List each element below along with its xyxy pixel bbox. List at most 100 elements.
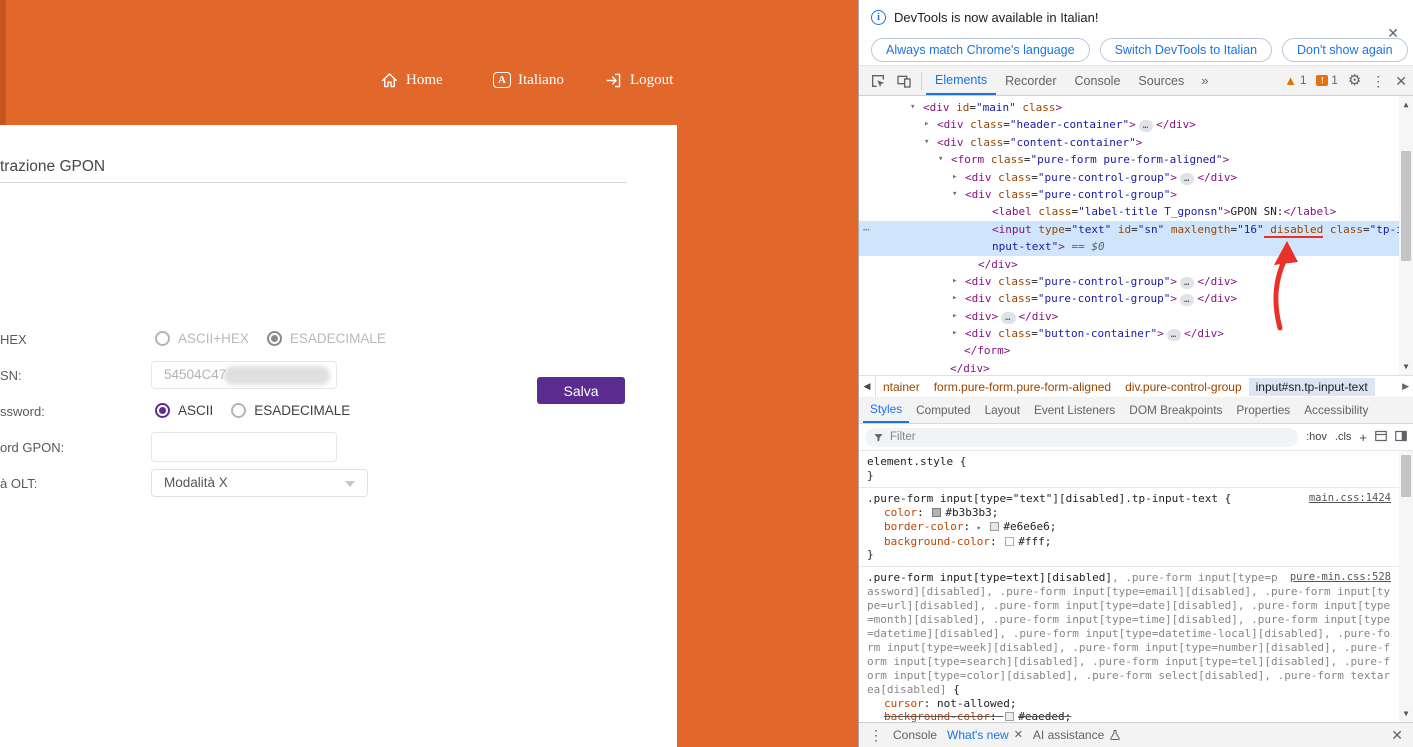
sidebar-tab-properties[interactable]: Properties — [1229, 397, 1297, 423]
expand-triangle-icon[interactable]: ▸ — [952, 325, 957, 342]
switch-italian-button[interactable]: Switch DevTools to Italian — [1100, 38, 1272, 62]
dom-tree-line[interactable]: ▾<div id="main" class> — [859, 99, 1413, 116]
css-property[interactable]: border-color: ▸ #e6e6e6; — [867, 520, 1391, 535]
dom-tree-line[interactable]: nput-text"> == $0 — [859, 238, 1413, 255]
ellipsis-badge[interactable]: … — [1180, 173, 1194, 185]
sidebar-tab-computed[interactable]: Computed — [909, 397, 977, 423]
breadcrumb-item[interactable]: ntainer — [876, 378, 927, 396]
css-property[interactable]: background-color: #eaeded; — [867, 710, 1391, 722]
dom-tree-line[interactable]: ⋯<input type="text" id="sn" maxlength="1… — [859, 221, 1413, 238]
expand-triangle-icon[interactable]: ▸ — [952, 290, 957, 307]
sidebar-tab-layout[interactable]: Layout — [978, 397, 1027, 423]
expand-triangle-icon[interactable]: ▸ — [952, 273, 957, 290]
tab-sources[interactable]: Sources — [1129, 66, 1193, 95]
password-gpon-input[interactable] — [151, 432, 337, 462]
devtools-close-icon[interactable]: ✕ — [1395, 74, 1407, 88]
radio-option-esadecimale[interactable]: ESADECIMALE — [231, 403, 350, 418]
kebab-menu-icon[interactable]: ⋮ — [1371, 74, 1385, 88]
breadcrumb-item[interactable]: input#sn.tp-input-text — [1249, 378, 1375, 396]
issues-badge[interactable]: ! 1 — [1316, 75, 1337, 87]
ellipsis-badge[interactable]: … — [1180, 277, 1194, 289]
scrollbar-thumb[interactable] — [1401, 455, 1411, 497]
collapse-triangle-icon[interactable]: ▾ — [938, 151, 943, 168]
device-toolbar-icon[interactable] — [891, 69, 917, 93]
scroll-down-icon[interactable]: ▼ — [1399, 362, 1413, 371]
dom-tree-line[interactable]: </div> — [859, 360, 1413, 375]
tab-console[interactable]: Console — [1066, 66, 1130, 95]
toggle-class-button[interactable]: .cls — [1335, 431, 1352, 443]
inspect-element-icon[interactable] — [865, 69, 891, 93]
dom-tree-line[interactable]: </div> — [859, 256, 1413, 273]
dom-tree-line[interactable]: ▸<div class="pure-control-group">…</div> — [859, 290, 1413, 307]
radio-option-ascii[interactable]: ASCII — [155, 403, 213, 418]
breadcrumb-item[interactable]: div.pure-control-group — [1118, 378, 1249, 396]
css-property[interactable]: color: #b3b3b3; — [867, 506, 1391, 520]
radio-icon[interactable] — [231, 403, 246, 418]
drawer-kebab-icon[interactable]: ⋮ — [869, 728, 883, 742]
collapse-triangle-icon[interactable]: ▾ — [952, 186, 957, 203]
sidebar-tab-accessibility[interactable]: Accessibility — [1297, 397, 1375, 423]
color-swatch[interactable] — [1005, 537, 1014, 546]
match-language-button[interactable]: Always match Chrome's language — [871, 38, 1090, 62]
dom-tree-line[interactable]: </form> — [859, 342, 1413, 359]
settings-gear-icon[interactable]: ⚙ — [1348, 73, 1361, 88]
tab-elements[interactable]: Elements — [926, 66, 996, 95]
css-property[interactable]: cursor: not-allowed; — [867, 697, 1391, 711]
ellipsis-badge[interactable]: … — [1139, 120, 1153, 132]
breadcrumb-item[interactable]: form.pure-form.pure-form-aligned — [927, 378, 1118, 396]
dom-tree-line[interactable]: ▸<div class="pure-control-group">…</div> — [859, 273, 1413, 290]
dom-tree-line[interactable]: <label class="label-title T_gponsn">GPON… — [859, 203, 1413, 220]
dom-tree-line[interactable]: ▾<form class="pure-form pure-form-aligne… — [859, 151, 1413, 168]
color-swatch[interactable] — [990, 522, 999, 531]
more-tabs-icon[interactable]: » — [1193, 73, 1216, 88]
style-filter-input[interactable]: Filter — [865, 428, 1298, 447]
dom-tree-line[interactable]: ▸<div>…</div> — [859, 308, 1413, 325]
new-style-rule-button[interactable]: + — [1359, 430, 1367, 445]
scroll-up-icon[interactable]: ▲ — [1399, 100, 1413, 109]
expand-triangle-icon[interactable]: ▸ — [977, 523, 987, 532]
color-swatch[interactable] — [932, 508, 941, 517]
styles-scrollbar[interactable]: ▼ — [1399, 451, 1413, 722]
line-options-icon[interactable]: ⋯ — [863, 221, 871, 238]
dom-tree-line[interactable]: ▾<div class="content-container"> — [859, 134, 1413, 151]
expand-triangle-icon[interactable]: ▸ — [952, 169, 957, 186]
sidebar-tab-dom-breakpoints[interactable]: DOM Breakpoints — [1122, 397, 1229, 423]
stylesheet-link[interactable]: pure-min.css:528 — [1290, 571, 1391, 585]
dom-tree-line[interactable]: ▸<div class="header-container">…</div> — [859, 116, 1413, 133]
rule-selector[interactable]: element.style { — [867, 455, 1391, 469]
expand-triangle-icon[interactable]: ▸ — [952, 308, 957, 325]
gpon-sn-input[interactable]: 54504C47 — [151, 361, 337, 389]
sidebar-tab-styles[interactable]: Styles — [863, 397, 909, 423]
breadcrumb-scroll-right-icon[interactable]: ▶ — [1398, 381, 1413, 392]
ellipsis-badge[interactable]: … — [1001, 312, 1015, 324]
dom-tree-line[interactable]: ▸<div class="pure-control-group">…</div> — [859, 169, 1413, 186]
computed-sidebar-icon[interactable] — [1395, 430, 1407, 445]
radio-selected-icon[interactable] — [155, 403, 170, 418]
drawer-tab-ai-assistance[interactable]: AI assistance — [1033, 728, 1121, 742]
sidebar-tab-event-listeners[interactable]: Event Listeners — [1027, 397, 1122, 423]
nav-language-link[interactable]: A Italiano — [493, 66, 564, 94]
collapse-triangle-icon[interactable]: ▾ — [910, 99, 915, 116]
ellipsis-badge[interactable]: … — [1167, 329, 1181, 341]
dom-tree-line[interactable]: ▾<div class="pure-control-group"> — [859, 186, 1413, 203]
breadcrumb-scroll-left-icon[interactable]: ◀ — [859, 376, 876, 397]
rendering-emulation-icon[interactable] — [1375, 430, 1387, 445]
tab-recorder[interactable]: Recorder — [996, 66, 1065, 95]
whats-new-close-icon[interactable]: ✕ — [1014, 730, 1023, 741]
scrollbar-thumb[interactable] — [1401, 151, 1411, 261]
color-swatch[interactable] — [1005, 712, 1014, 721]
drawer-tab-whats-new[interactable]: What's new ✕ — [947, 728, 1023, 742]
elements-scrollbar[interactable]: ▲ ▼ — [1399, 96, 1413, 375]
nav-logout-link[interactable]: Logout — [604, 66, 673, 94]
collapse-triangle-icon[interactable]: ▾ — [924, 134, 929, 151]
save-button[interactable]: Salva — [537, 377, 625, 404]
warnings-badge[interactable]: ▲ 1 — [1284, 73, 1306, 88]
expand-triangle-icon[interactable]: ▸ — [924, 116, 929, 133]
drawer-tab-console[interactable]: Console — [893, 728, 937, 742]
infobar-close-icon[interactable]: ✕ — [1387, 26, 1399, 40]
dont-show-again-button[interactable]: Don't show again — [1282, 38, 1408, 62]
nav-home-link[interactable]: Home — [380, 66, 443, 94]
scroll-down-icon[interactable]: ▼ — [1399, 709, 1413, 718]
stylesheet-link[interactable]: main.css:1424 — [1309, 492, 1391, 506]
drawer-close-icon[interactable]: ✕ — [1391, 728, 1403, 742]
